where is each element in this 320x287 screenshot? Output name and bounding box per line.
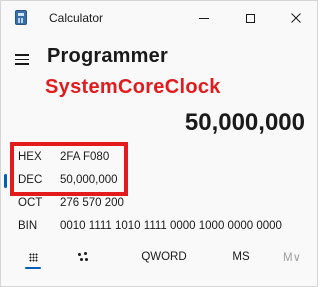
keypad-icon	[28, 252, 38, 262]
bit-toggling-keypad-button[interactable]	[69, 245, 97, 269]
radix-row-oct[interactable]: OCT 276 570 200	[1, 194, 317, 214]
calculator-app-icon	[15, 10, 27, 25]
maximize-icon	[245, 13, 255, 23]
radix-row-bin[interactable]: BIN 0010 1111 1010 1111 0000 1000 0000 0…	[1, 217, 317, 237]
full-keypad-button[interactable]	[19, 245, 47, 269]
annotation-label: SystemCoreClock	[45, 76, 221, 98]
memory-list-button[interactable]: M∨	[277, 245, 307, 269]
close-button[interactable]	[273, 1, 319, 35]
calculator-window: Calculator Programmer SystemCoreClock 50…	[0, 0, 318, 287]
window-title: Calculator	[49, 11, 104, 25]
annotation-highlight-box	[10, 142, 128, 196]
radix-label: BIN	[18, 220, 38, 232]
maximize-button[interactable]	[227, 1, 273, 35]
selected-keypad-indicator	[25, 267, 41, 269]
word-size-button[interactable]: QWORD	[135, 245, 193, 269]
title-bar: Calculator	[1, 1, 317, 35]
minimize-button[interactable]	[181, 1, 227, 35]
bit-toggle-icon	[78, 252, 88, 262]
active-radix-indicator	[4, 174, 7, 188]
mode-title: Programmer	[47, 45, 168, 67]
radix-value: 276 570 200	[60, 197, 124, 209]
radix-value: 0010 1111 1010 1111 0000 1000 0000 0000	[60, 220, 282, 232]
memory-store-button[interactable]: MS	[223, 245, 259, 269]
minimize-icon	[199, 17, 209, 19]
navigation-menu-button[interactable]	[15, 53, 31, 65]
hamburger-icon	[15, 54, 29, 56]
close-icon	[291, 13, 301, 23]
result-display: 50,000,000	[184, 109, 305, 136]
radix-label: OCT	[18, 197, 43, 209]
